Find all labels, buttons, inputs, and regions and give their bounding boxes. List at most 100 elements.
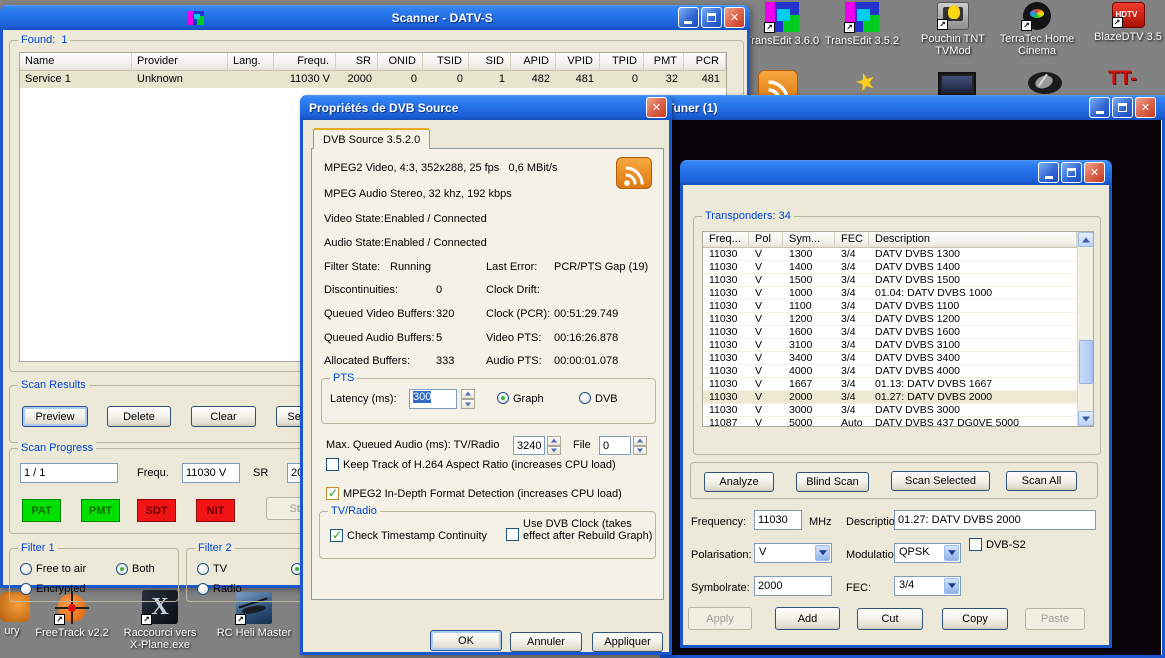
chevron-down-icon[interactable] xyxy=(944,578,959,594)
minimize-button[interactable] xyxy=(678,7,699,28)
column-header[interactable]: Freq... xyxy=(703,232,749,248)
apply-button[interactable]: Appliquer xyxy=(592,632,663,652)
modulation-select[interactable]: QPSK xyxy=(894,543,961,563)
column-header[interactable]: Sym... xyxy=(783,232,835,248)
transponder-row[interactable]: 11030V34003/4DATV DVBS 3400 xyxy=(703,352,1093,365)
column-header[interactable]: Pol xyxy=(749,232,783,248)
column-header[interactable]: VPID xyxy=(556,53,600,71)
free-to-air-radio[interactable] xyxy=(20,563,32,575)
column-header[interactable]: ONID xyxy=(378,53,423,71)
max-audio-tv-spinner[interactable] xyxy=(547,436,561,455)
satellite-dish-icon[interactable] xyxy=(1028,72,1062,94)
radio-radio[interactable] xyxy=(197,583,209,595)
column-header[interactable]: TPID xyxy=(600,53,644,71)
tab-dvb-source[interactable]: DVB Source 3.5.2.0 xyxy=(313,128,430,149)
both-radio[interactable] xyxy=(116,563,128,575)
close-button[interactable]: ✕ xyxy=(724,7,745,28)
copy-button[interactable]: Copy xyxy=(942,608,1008,630)
minimize-button[interactable] xyxy=(1038,162,1059,183)
apply-button[interactable]: Apply xyxy=(688,607,752,630)
transponder-row[interactable]: 11030V10003/401.04: DATV DVBS 1000 xyxy=(703,287,1093,300)
close-button[interactable]: ✕ xyxy=(1084,162,1105,183)
transponder-row[interactable]: 11030V30003/4DATV DVBS 3000 xyxy=(703,404,1093,417)
chevron-down-icon[interactable] xyxy=(944,545,959,561)
desktop-icon-transedit-352[interactable]: ↗ TransEdit 3.5.2 xyxy=(824,2,900,47)
transponder-list-header[interactable]: Freq...PolSym...FECDescription xyxy=(703,232,1093,248)
encrypted-radio[interactable] xyxy=(20,583,32,595)
scrollbar[interactable] xyxy=(1077,232,1093,426)
chevron-down-icon[interactable] xyxy=(815,545,830,561)
scan-all-button[interactable]: Scan All xyxy=(1006,471,1077,491)
maximize-button[interactable] xyxy=(1061,162,1082,183)
clear-button[interactable]: Clear xyxy=(191,406,256,427)
minimize-button[interactable] xyxy=(1089,97,1110,118)
progress-field[interactable] xyxy=(20,463,118,483)
scroll-down-icon[interactable] xyxy=(1078,411,1094,426)
max-audio-file-field[interactable] xyxy=(599,436,631,455)
cut-button[interactable]: Cut xyxy=(857,608,923,630)
column-header[interactable]: Description xyxy=(869,232,1077,248)
services-table-header[interactable]: NameProviderLang.Frequ.SRONIDTSIDSIDAPID… xyxy=(20,53,726,71)
frequ-field[interactable] xyxy=(182,463,240,483)
desktop-icon-terratec[interactable]: ↗ TerraTec Home Cinema xyxy=(999,2,1075,57)
column-header[interactable]: PCR xyxy=(684,53,726,71)
transponder-row[interactable]: 11030V11003/4DATV DVBS 1100 xyxy=(703,300,1093,313)
description-field[interactable] xyxy=(894,510,1096,530)
maximize-button[interactable] xyxy=(1112,97,1133,118)
terminal-icon[interactable] xyxy=(938,72,976,96)
tuner-titlebar[interactable]: Tuner (1) ✕ xyxy=(660,95,1165,120)
fec-select[interactable]: 3/4 xyxy=(894,576,961,596)
cancel-button[interactable]: Annuler xyxy=(510,632,582,652)
column-header[interactable]: SID xyxy=(469,53,511,71)
transponder-row[interactable]: 11030V16003/4DATV DVBS 1600 xyxy=(703,326,1093,339)
h264-checkbox[interactable] xyxy=(326,458,339,471)
scrollbar-thumb[interactable] xyxy=(1079,340,1093,384)
desktop-icon-transedit-360[interactable]: ↗ TransEdit 3.6.0 xyxy=(744,2,820,47)
scan-selected-button[interactable]: Scan Selected xyxy=(891,471,990,491)
preview-button[interactable]: Preview xyxy=(22,406,88,427)
timestamp-checkbox[interactable] xyxy=(330,529,343,542)
transponder-row[interactable]: 11030V12003/4DATV DVBS 1200 xyxy=(703,313,1093,326)
blind-scan-button[interactable]: Blind Scan xyxy=(796,472,869,492)
analyze-button[interactable]: Analyze xyxy=(704,472,774,492)
dvbclock-checkbox[interactable] xyxy=(506,528,519,541)
column-header[interactable]: TSID xyxy=(423,53,469,71)
transponder-row[interactable]: 11030V15003/4DATV DVBS 1500 xyxy=(703,274,1093,287)
max-audio-file-spinner[interactable] xyxy=(633,436,647,455)
close-button[interactable]: ✕ xyxy=(646,97,667,118)
column-header[interactable]: PMT xyxy=(644,53,684,71)
column-header[interactable]: Name xyxy=(20,53,132,71)
transponder-row[interactable]: 11030V31003/4DATV DVBS 3100 xyxy=(703,339,1093,352)
technotrend-icon[interactable]: TT- xyxy=(1108,68,1137,90)
dvbs2-checkbox[interactable] xyxy=(969,538,982,551)
column-header[interactable]: APID xyxy=(511,53,556,71)
latency-spinner[interactable] xyxy=(461,389,475,409)
column-header[interactable]: Provider xyxy=(132,53,228,71)
column-header[interactable]: FEC xyxy=(835,232,869,248)
scroll-up-icon[interactable] xyxy=(1078,232,1094,247)
transponder-row[interactable]: 11030V14003/4DATV DVBS 1400 xyxy=(703,261,1093,274)
dialog-titlebar[interactable]: Propriétés de DVB Source ✕ xyxy=(300,95,672,120)
delete-button[interactable]: Delete xyxy=(107,406,171,427)
desktop-icon-blazedtv[interactable]: HDTV ↗ BlazeDTV 3.5 xyxy=(1090,2,1165,43)
service-row[interactable]: Service 1Unknown11030 V20000014824810324… xyxy=(20,71,726,88)
mpeg2-indepth-checkbox[interactable] xyxy=(326,487,339,500)
frequency-field[interactable] xyxy=(754,510,802,530)
symbolrate-field[interactable] xyxy=(754,576,832,596)
transponder-row[interactable]: 11087V5000AutoDATV DVBS 437 DG0VE 5000 xyxy=(703,417,1093,427)
graph-radio[interactable] xyxy=(497,392,509,404)
transponder-row[interactable]: 11030V13003/4DATV DVBS 1300 xyxy=(703,248,1093,261)
add-button[interactable]: Add xyxy=(775,607,840,630)
transponder-row[interactable]: 11030V16673/401.13: DATV DVBS 1667 xyxy=(703,378,1093,391)
transponder-list[interactable]: Freq...PolSym...FECDescription 11030V130… xyxy=(702,231,1094,427)
maximize-button[interactable] xyxy=(701,7,722,28)
paste-button[interactable]: Paste xyxy=(1025,608,1085,630)
editor-titlebar[interactable]: ✕ xyxy=(680,160,1112,185)
desktop-icon-pouchin-tnt[interactable]: ↗ Pouchin TNT TVMod xyxy=(915,2,991,57)
column-header[interactable]: Lang. xyxy=(228,53,274,71)
latency-field[interactable]: 300 xyxy=(409,389,457,409)
transponder-row[interactable]: 11030V40003/4DATV DVBS 4000 xyxy=(703,365,1093,378)
ok-button[interactable]: OK xyxy=(430,630,502,651)
polarisation-select[interactable]: V xyxy=(754,543,832,563)
column-header[interactable]: Frequ. xyxy=(274,53,336,71)
